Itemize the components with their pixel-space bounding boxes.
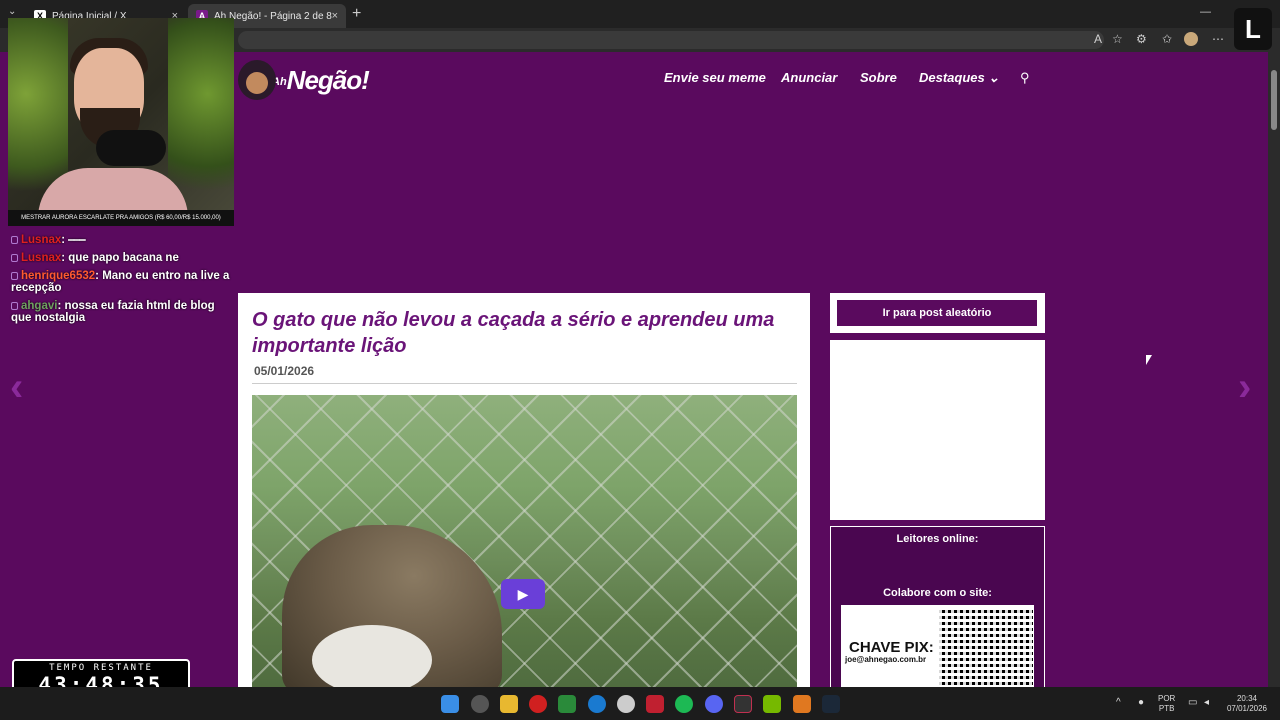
start-icon[interactable]: [441, 695, 459, 713]
chat-message: Lusnax: que papo bacana ne: [11, 252, 233, 264]
random-post-box: Ir para post aleatório: [830, 293, 1045, 333]
read-aloud-icon[interactable]: A: [1094, 32, 1102, 46]
tray-expand-icon[interactable]: ^: [1116, 698, 1121, 708]
language-code: POR: [1158, 694, 1176, 703]
qr-code-icon: [939, 607, 1033, 685]
pix-email: joe@ahnegao.com.br: [845, 655, 927, 664]
site-logo[interactable]: Ah Negão!: [238, 60, 370, 100]
new-tab-button[interactable]: +: [352, 5, 361, 23]
chat-message: henrique6532: Mano eu entro na live a re…: [11, 270, 230, 294]
app-icon[interactable]: [617, 695, 635, 713]
language-indicator[interactable]: POR PTB: [1158, 694, 1175, 714]
support-label: Colabore com o site:: [883, 587, 992, 599]
scrollbar-thumb[interactable]: [1271, 70, 1277, 130]
streamer-logo-icon: L: [1234, 8, 1272, 50]
chat-user: henrique6532: [21, 270, 96, 282]
pix-title: CHAVE PIX:: [849, 639, 934, 656]
cat-image-chest: [312, 625, 432, 695]
app-icon[interactable]: [793, 695, 811, 713]
stream-chat: Lusnax: ⎯⎯⎯ Lusnax: que papo bacana ne h…: [11, 234, 233, 330]
nav-envie-meme[interactable]: Envie seu meme: [664, 70, 766, 85]
tab-menu-icon[interactable]: ⌄: [8, 6, 16, 17]
app-icon[interactable]: [529, 695, 547, 713]
chat-badge-icon: [11, 253, 18, 262]
nvidia-icon[interactable]: [763, 695, 781, 713]
post-card: O gato que não levou a caçada a sério e …: [238, 293, 810, 695]
chat-text: que papo bacana ne: [68, 252, 179, 264]
spotify-icon[interactable]: [675, 695, 693, 713]
chat-user: ahgavi: [21, 300, 58, 312]
mouse-cursor-icon: [1146, 355, 1152, 365]
prev-page-arrow[interactable]: ‹: [10, 365, 23, 410]
ad-slot: [830, 340, 1045, 520]
close-tab-icon[interactable]: ×: [332, 10, 338, 22]
app-icon[interactable]: [646, 695, 664, 713]
chat-user: Lusnax: [21, 234, 62, 246]
network-icon[interactable]: ▭: [1188, 698, 1197, 708]
steam-icon[interactable]: [822, 695, 840, 713]
next-page-arrow[interactable]: ›: [1238, 365, 1251, 410]
extensions-icon[interactable]: ⚙: [1136, 32, 1147, 46]
sidebar-info-box: Leitores online: Colabore com o site: CH…: [830, 526, 1045, 696]
nav-sobre[interactable]: Sobre: [860, 70, 897, 85]
favorites-icon[interactable]: ✩: [1162, 32, 1172, 46]
chat-message: ahgavi: nossa eu fazia html de blog que …: [11, 300, 215, 324]
logo-text: Negão!: [286, 64, 370, 95]
pix-panel: CHAVE PIX: joe@ahnegao.com.br: [841, 605, 1034, 687]
volume-icon[interactable]: ◂: [1204, 698, 1209, 708]
site-header: Ah Negão! Envie seu meme Anunciar Sobre …: [238, 52, 1268, 102]
readers-online-label: Leitores online:: [896, 533, 979, 545]
keyboard-code: PTB: [1158, 704, 1175, 713]
webcam-caption: MESTRAR AURORA ESCARLATE PRA AMIGOS (R$ …: [8, 210, 234, 226]
clock-date: 07/01/2026: [1226, 704, 1268, 713]
profile-avatar[interactable]: [1184, 32, 1198, 46]
mic-icon[interactable]: ●: [1138, 698, 1144, 708]
nav-destaques[interactable]: Destaques ⌄: [919, 70, 999, 86]
clock-time: 20:34: [1236, 694, 1258, 703]
widgets-icon[interactable]: [471, 695, 489, 713]
chat-badge-icon: [11, 301, 18, 310]
webcam-overlay: MESTRAR AURORA ESCARLATE PRA AMIGOS (R$ …: [8, 18, 234, 226]
post-title[interactable]: O gato que não levou a caçada a sério e …: [252, 307, 792, 359]
nav-anunciar[interactable]: Anunciar: [781, 70, 837, 85]
play-button[interactable]: ▶: [501, 579, 545, 609]
file-explorer-icon[interactable]: [500, 695, 518, 713]
app-icon[interactable]: [558, 695, 576, 713]
chat-user: Lusnax: [21, 252, 62, 264]
more-menu-icon[interactable]: ⋯: [1212, 32, 1224, 46]
chat-badge-icon: [11, 271, 18, 280]
windows-taskbar: ^ ● POR PTB ▭ ◂ 20:34 07/01/2026: [0, 687, 1280, 720]
favorite-star-icon[interactable]: ☆: [1112, 32, 1123, 46]
webcam-plant: [168, 18, 234, 208]
video-player[interactable]: ▶: [252, 395, 797, 695]
app-icon[interactable]: [734, 695, 752, 713]
timer-label: TEMPO RESTANTE: [49, 663, 153, 673]
logo-mascot-icon: [238, 60, 276, 100]
minimize-icon[interactable]: —: [1200, 6, 1211, 18]
page-scrollbar[interactable]: [1268, 52, 1280, 687]
microphone-icon: [96, 130, 166, 166]
clock[interactable]: 20:34 07/01/2026: [1222, 694, 1272, 714]
discord-icon[interactable]: [705, 695, 723, 713]
random-post-button[interactable]: Ir para post aleatório: [837, 300, 1037, 326]
chat-message: Lusnax: ⎯⎯⎯: [11, 234, 233, 246]
post-date: 05/01/2026: [254, 364, 315, 378]
divider: [252, 383, 797, 384]
search-icon[interactable]: ⚲: [1020, 70, 1030, 86]
url-input[interactable]: [238, 31, 1104, 49]
edge-icon[interactable]: [588, 695, 606, 713]
chat-text: ⎯⎯⎯: [68, 234, 86, 246]
chat-badge-icon: [11, 235, 18, 244]
